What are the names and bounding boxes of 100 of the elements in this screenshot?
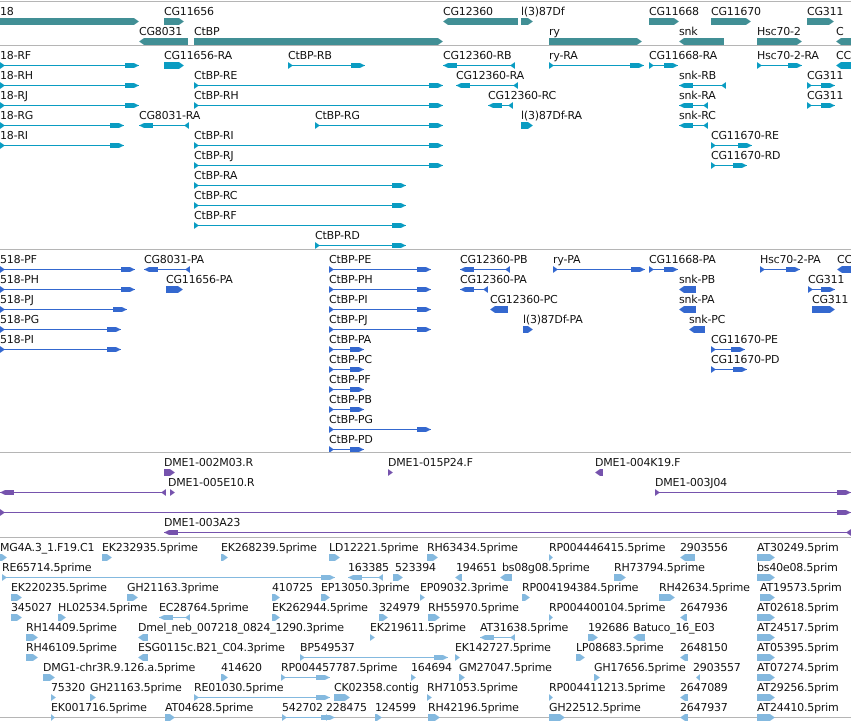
feature-label: ry: [549, 25, 560, 38]
feature-label: 163385: [348, 561, 389, 574]
feature-label: bs08g08.5prime: [502, 561, 590, 574]
feature-label: CG311: [812, 293, 848, 306]
feature-label: CG8031: [139, 25, 182, 38]
feature-label: RP004194384.5prime: [522, 581, 638, 594]
feature-label: CtBP-PH: [329, 273, 372, 286]
feature-label: 2647936: [680, 601, 728, 614]
feature-label: RP004446415.5prime: [549, 541, 666, 554]
feature-label: AT29256.5prim: [757, 681, 839, 694]
feature-label: CG11668-PA: [649, 253, 716, 266]
feature-label: C: [836, 25, 844, 38]
feature-label: CtBP-RJ: [194, 149, 234, 162]
feature-label: 18-RH: [0, 69, 33, 82]
feature-label: CtBP-PG: [329, 413, 373, 426]
feature-label: AT24517.5prim: [757, 621, 839, 634]
feature-label: snk-PB: [679, 273, 716, 286]
feature-label: 345027: [11, 601, 52, 614]
feature-label: AT04628.5prime: [165, 701, 254, 714]
feature-label: CtBP-RB: [288, 49, 332, 62]
feature-label: CG12360-PB: [460, 253, 528, 266]
feature-label: CG11656-RA: [164, 49, 232, 62]
feature-label: CtBP: [194, 25, 220, 38]
feature-label: RH46109.5prime: [26, 641, 117, 654]
feature-label: DME1-004K19.F: [595, 456, 680, 469]
feature-label: GM27047.5prime: [459, 661, 552, 674]
feature-label: 2903556: [680, 541, 728, 554]
feature-label: EK219611.5prime: [370, 621, 466, 634]
feature-label: DME1-003J04: [655, 476, 727, 489]
feature-label: 164694: [411, 661, 452, 674]
feature-label: 2903557: [693, 661, 741, 674]
feature-label: snk-RA: [679, 89, 716, 102]
feature-label: bs40e08.5prim: [757, 561, 838, 574]
feature-label: CG8031-PA: [144, 253, 204, 266]
feature-label: CtBP-PF: [329, 373, 370, 386]
feature-label: AT05395.5prim: [757, 641, 839, 654]
feature-label: EK232935.5prime: [102, 541, 198, 554]
feature-label: LP08683.5prime: [576, 641, 664, 654]
feature-label: 192686: [588, 621, 629, 634]
feature-label: DME1-002M03.R: [164, 456, 253, 469]
feature-label: RH14409.5prime: [26, 621, 117, 634]
feature-label: CG11670: [711, 5, 761, 18]
feature-label: GH22512.5prime: [549, 701, 641, 714]
feature-label: 194651: [456, 561, 497, 574]
feature-label: 518-PF: [0, 253, 37, 266]
feature-label: 2647937: [680, 701, 728, 714]
feature-label: CG11670-PE: [711, 333, 778, 346]
feature-label: CtBP-PC: [329, 353, 372, 366]
feature-label: Hsc70-2-PA: [760, 253, 820, 266]
feature-label: CtBP-PJ: [329, 313, 368, 326]
feature-label: CtBP-RA: [194, 169, 238, 182]
feature-label: ry-RA: [549, 49, 578, 62]
feature-label: AT07274.5prim: [757, 661, 839, 674]
feature-label: CtBP-RF: [194, 209, 236, 222]
feature-label: 18-RG: [0, 109, 34, 122]
feature-label: CG12360-RB: [443, 49, 512, 62]
feature-label: 2647089: [680, 681, 728, 694]
feature-label: CG311: [808, 273, 844, 286]
feature-label: RH73794.5prime: [614, 561, 705, 574]
feature-label: DME1-005E10.R: [168, 476, 254, 489]
feature-label: 410725: [272, 581, 313, 594]
feature-label: CG11656-PA: [166, 273, 233, 286]
feature-label: l(3)87Df-PA: [523, 313, 583, 326]
feature-label: AT30249.5prim: [757, 541, 839, 554]
feature-label: RH71053.5prime: [427, 681, 518, 694]
feature-label: 2648150: [680, 641, 728, 654]
feature-label: 18: [0, 5, 14, 18]
feature-label: CG11668: [649, 5, 699, 18]
feature-label: 124599: [375, 701, 416, 714]
feature-label: CG311: [807, 89, 844, 102]
feature-label: LD12221.5prime: [329, 541, 418, 554]
feature-label: CtBP-RH: [194, 89, 238, 102]
feature-label: RH55970.5prime: [428, 601, 519, 614]
feature-label: CtBP-RC: [194, 189, 238, 202]
feature-label: 518-PH: [0, 273, 39, 286]
feature-label: DME1-003A23: [164, 516, 240, 529]
feature-label: DMG1-chr3R.9.126.a.5prime: [43, 661, 196, 674]
feature-label: GH21163.3prime: [127, 581, 219, 594]
feature-label: 18-RI: [0, 129, 28, 142]
feature-label: 518-PG: [0, 313, 39, 326]
feature-label: CG12360-RC: [488, 89, 556, 102]
feature-label: RH42634.5prime: [659, 581, 750, 594]
feature-label: CG12360-PC: [490, 293, 558, 306]
feature-label: CG11668-RA: [649, 49, 717, 62]
feature-label: CtBP-PE: [329, 253, 372, 266]
feature-label: DME1-015P24.F: [388, 456, 473, 469]
feature-label: ESG0115c.B21_C04.3prime: [138, 641, 285, 654]
feature-label: 18-RF: [0, 49, 31, 62]
feature-label: RP004457787.5prime: [281, 661, 398, 674]
feature-label: CG311: [807, 69, 844, 82]
feature-label: Hsc70-2: [757, 25, 801, 38]
feature-label: CG12360-RA: [456, 69, 524, 82]
feature-label: CtBP-RD: [315, 229, 360, 242]
feature-label: CK02358.contig: [334, 681, 419, 694]
feature-label: CG311: [807, 5, 844, 18]
feature-label: 228475: [326, 701, 367, 714]
feature-label: CtBP-RI: [194, 129, 234, 142]
feature-label: BP549537: [300, 641, 355, 654]
feature-label: 75320: [51, 681, 85, 694]
feature-label: EK268239.5prime: [221, 541, 317, 554]
